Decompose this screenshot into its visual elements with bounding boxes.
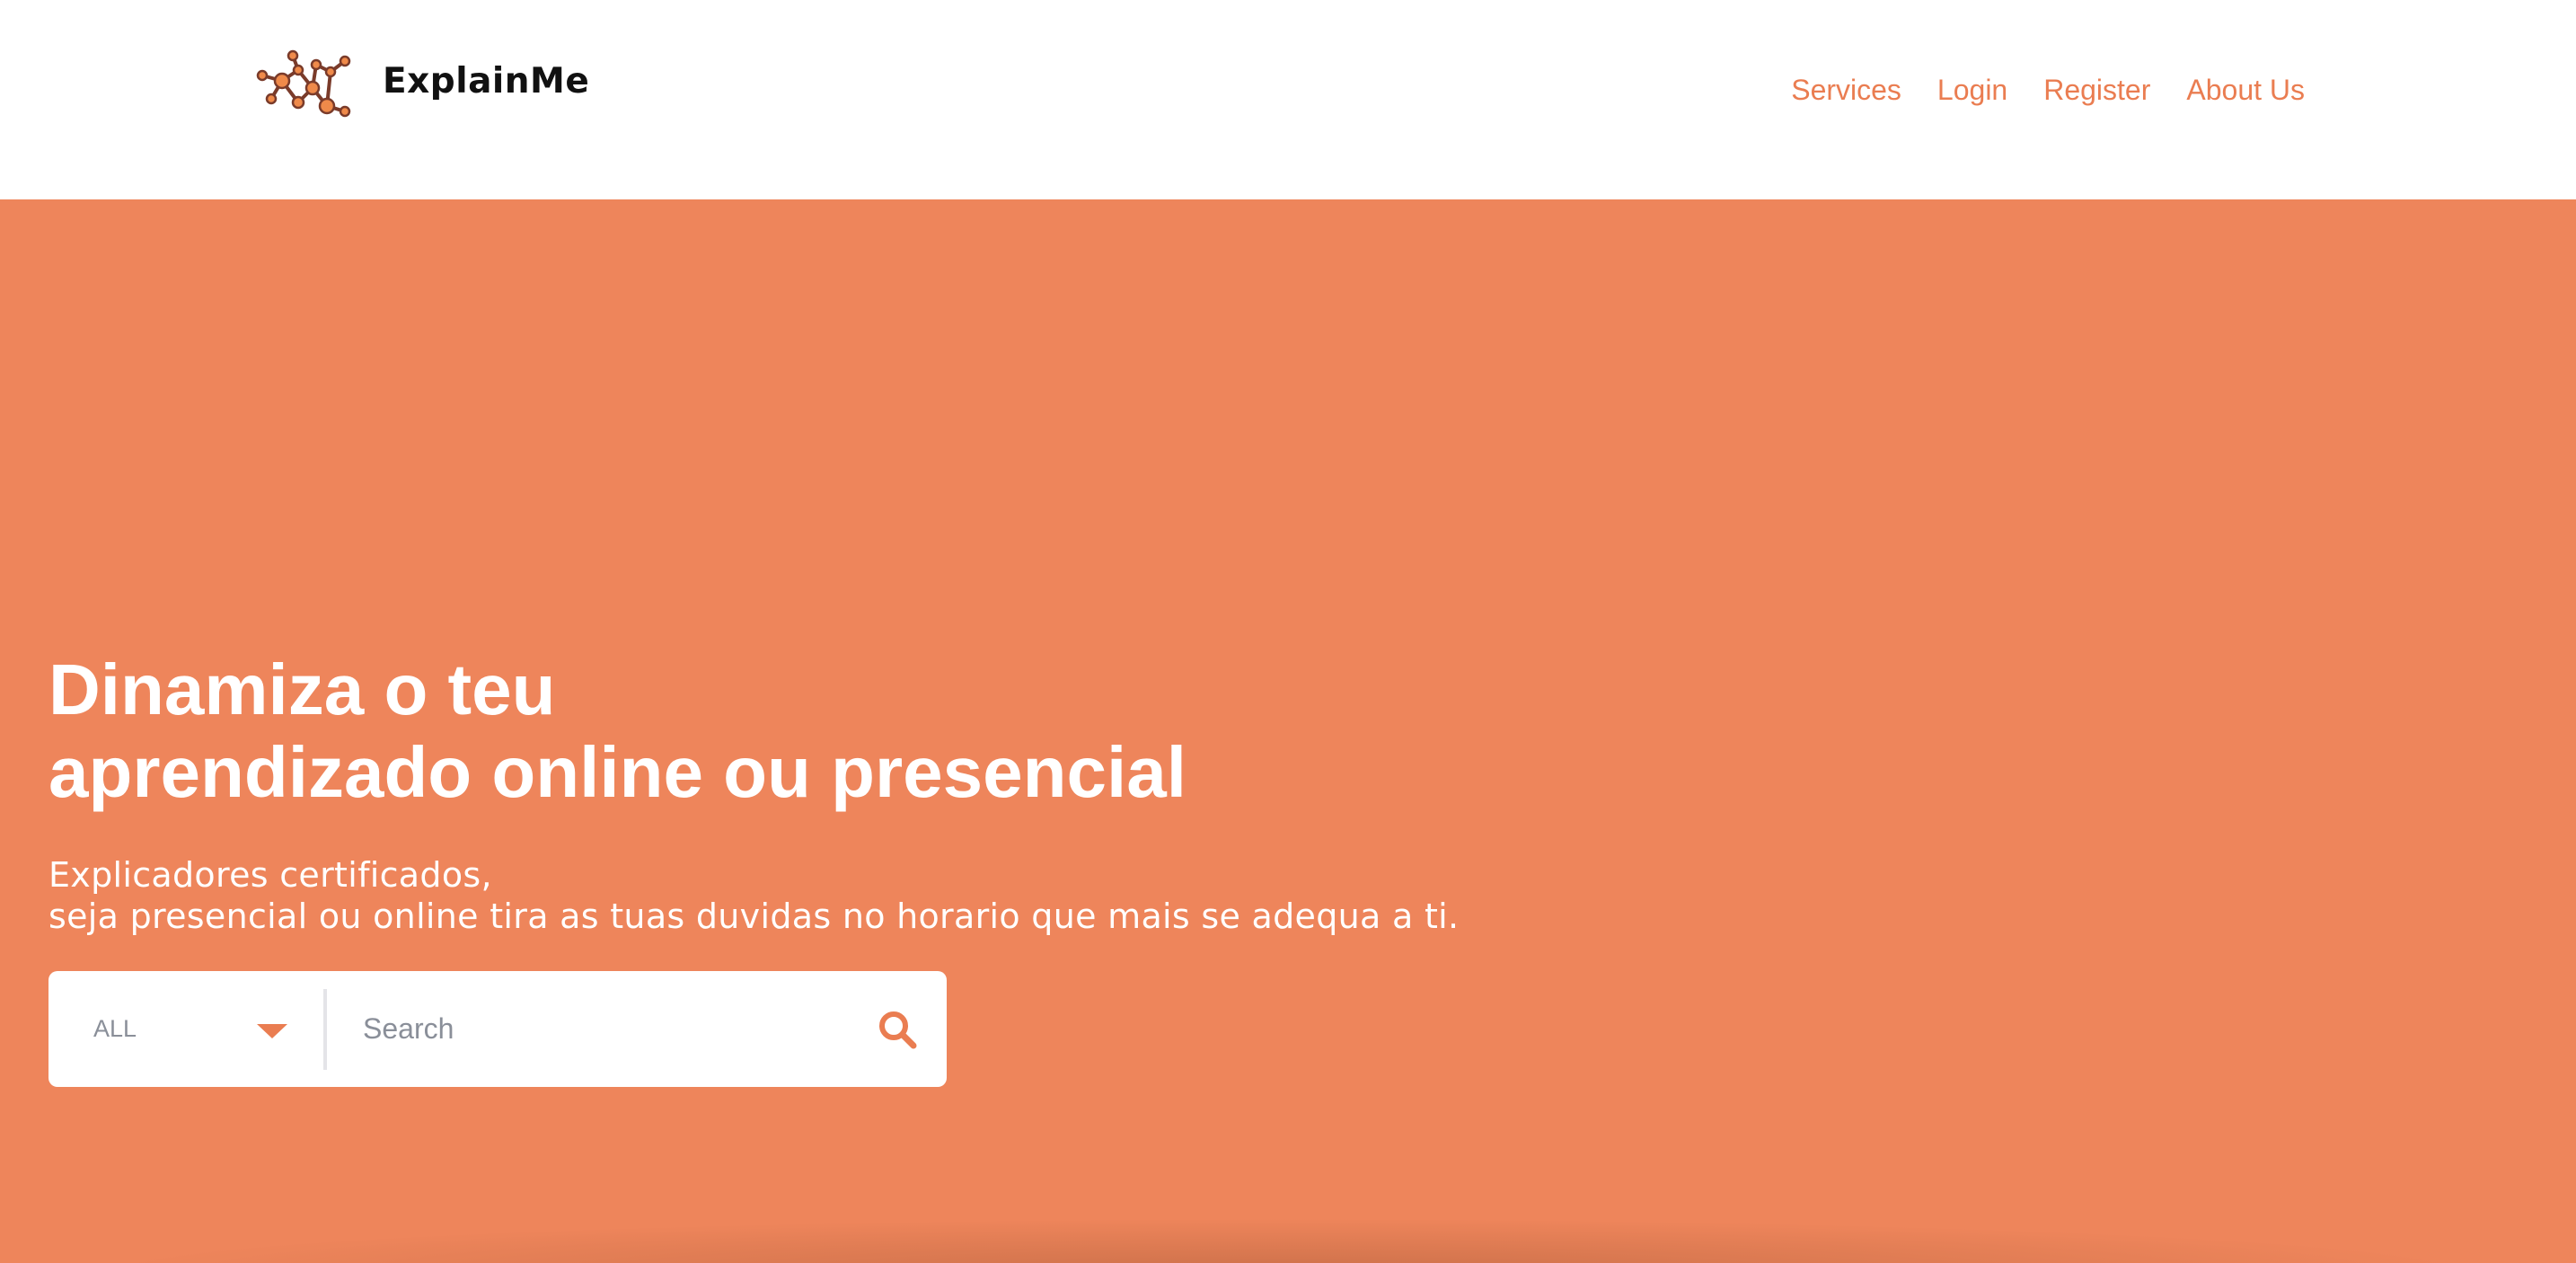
network-logo-icon: [256, 49, 351, 118]
search-input[interactable]: [327, 971, 848, 1087]
nav-link-about-us[interactable]: About Us: [2186, 70, 2305, 110]
site-header: ExplainMe Services Login Register About …: [0, 0, 2576, 199]
hero-title-line-1: Dinamiza o teu: [49, 649, 556, 729]
hero-subtitle: Explicadores certificados, seja presenci…: [49, 854, 1459, 937]
search-icon: [879, 1011, 917, 1048]
caret-down-icon: [257, 1024, 287, 1038]
nav-link-services[interactable]: Services: [1791, 70, 1901, 110]
hero-title: Dinamiza o teu aprendizado online ou pre…: [49, 649, 1187, 814]
logo[interactable]: ExplainMe: [251, 36, 589, 126]
main-nav: Services Login Register About Us: [1791, 70, 2305, 110]
nav-link-register[interactable]: Register: [2043, 70, 2150, 110]
search-button[interactable]: [848, 971, 947, 1087]
nav-link-login[interactable]: Login: [1937, 70, 2007, 110]
search-bar: ALL: [49, 971, 947, 1087]
hero-subtitle-line-1: Explicadores certificados,: [49, 855, 492, 895]
section-shadow: [90, 1218, 2486, 1263]
category-dropdown[interactable]: ALL: [49, 971, 323, 1087]
brand-name: ExplainMe: [383, 60, 590, 102]
hero-subtitle-line-2: seja presencial ou online tira as tuas d…: [49, 896, 1460, 936]
hero-section: Dinamiza o teu aprendizado online ou pre…: [0, 199, 2576, 1263]
hero-title-line-2: aprendizado online ou presencial: [49, 732, 1187, 812]
category-selected-value: ALL: [93, 1015, 137, 1042]
